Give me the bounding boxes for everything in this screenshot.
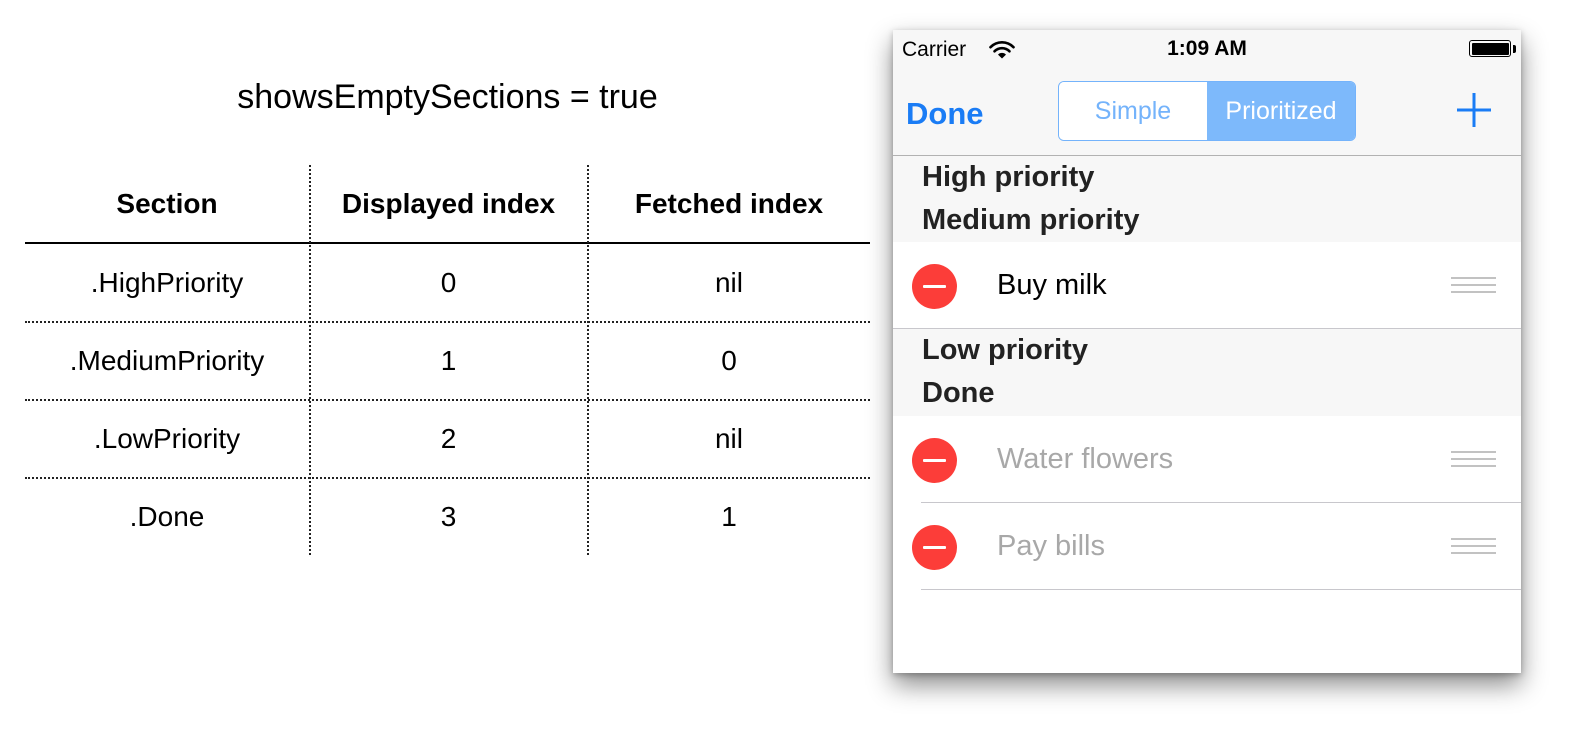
mode-segmented-control[interactable]: Simple Prioritized	[1058, 81, 1356, 141]
status-bar: Carrier 1:09 AM	[893, 30, 1521, 70]
section-header-done: Done	[922, 377, 995, 409]
reorder-handle-icon[interactable]	[1451, 538, 1496, 555]
phone-screen: Carrier 1:09 AM Done Simple Prioritized …	[893, 30, 1521, 673]
section-header-group: High priority Medium priority	[893, 156, 1521, 242]
list-item[interactable]: Pay bills	[893, 503, 1521, 590]
segment-simple[interactable]: Simple	[1059, 82, 1207, 140]
displayed-index-cell: 1	[440, 344, 457, 376]
fetched-index-cell: 1	[721, 500, 737, 532]
done-button[interactable]: Done	[906, 96, 984, 132]
status-time: 1:09 AM	[1167, 37, 1247, 60]
section-cell: .LowPriority	[93, 422, 241, 454]
column-divider	[309, 165, 311, 555]
header-fetched-index: Fetched index	[634, 187, 824, 219]
table-row: .LowPriority 2 nil	[25, 400, 870, 479]
header-displayed-index: Displayed index	[341, 187, 556, 219]
index-mapping-table: Section Displayed index Fetched index .H…	[25, 165, 870, 555]
delete-minus-icon[interactable]	[912, 264, 957, 309]
displayed-index-cell: 0	[440, 266, 457, 298]
section-header-low: Low priority	[922, 334, 1088, 366]
list-item[interactable]: Water flowers	[893, 416, 1521, 503]
displayed-index-cell: 2	[440, 422, 457, 454]
table-row: .HighPriority 0 nil	[25, 244, 870, 323]
table-row: .MediumPriority 1 0	[25, 322, 870, 401]
delete-minus-icon[interactable]	[912, 438, 957, 483]
list-item[interactable]: Buy milk	[893, 242, 1521, 329]
fetched-index-cell: 0	[721, 344, 737, 376]
table-header-row: Section Displayed index Fetched index	[25, 165, 870, 244]
section-header-medium: Medium priority	[922, 204, 1140, 236]
displayed-index-cell: 3	[440, 500, 457, 532]
table-row: .Done 3 1	[25, 478, 870, 555]
plus-icon[interactable]	[1454, 90, 1494, 130]
section-cell: .HighPriority	[90, 266, 244, 298]
delete-minus-icon[interactable]	[912, 525, 957, 570]
item-title: Pay bills	[997, 530, 1105, 562]
item-title: Water flowers	[997, 443, 1174, 475]
reorder-handle-icon[interactable]	[1451, 451, 1496, 468]
fetched-index-cell: nil	[714, 266, 743, 298]
segment-prioritized[interactable]: Prioritized	[1207, 82, 1355, 140]
navigation-bar: Done Simple Prioritized	[893, 70, 1521, 156]
battery-icon	[1469, 40, 1511, 57]
header-section: Section	[116, 187, 218, 219]
reorder-handle-icon[interactable]	[1451, 277, 1496, 294]
battery-level	[1471, 42, 1509, 55]
item-title: Buy milk	[997, 269, 1107, 301]
section-header-high: High priority	[922, 161, 1095, 193]
task-table-view: High priority Medium priority Buy milk L…	[893, 156, 1521, 590]
diagram-title: showsEmptySections = true	[237, 78, 658, 116]
fetched-index-cell: nil	[714, 422, 743, 454]
section-cell: .Done	[129, 500, 205, 532]
section-cell: .MediumPriority	[69, 344, 265, 376]
column-divider	[587, 165, 589, 555]
section-header-group: Low priority Done	[893, 329, 1521, 416]
battery-nub	[1513, 45, 1516, 53]
